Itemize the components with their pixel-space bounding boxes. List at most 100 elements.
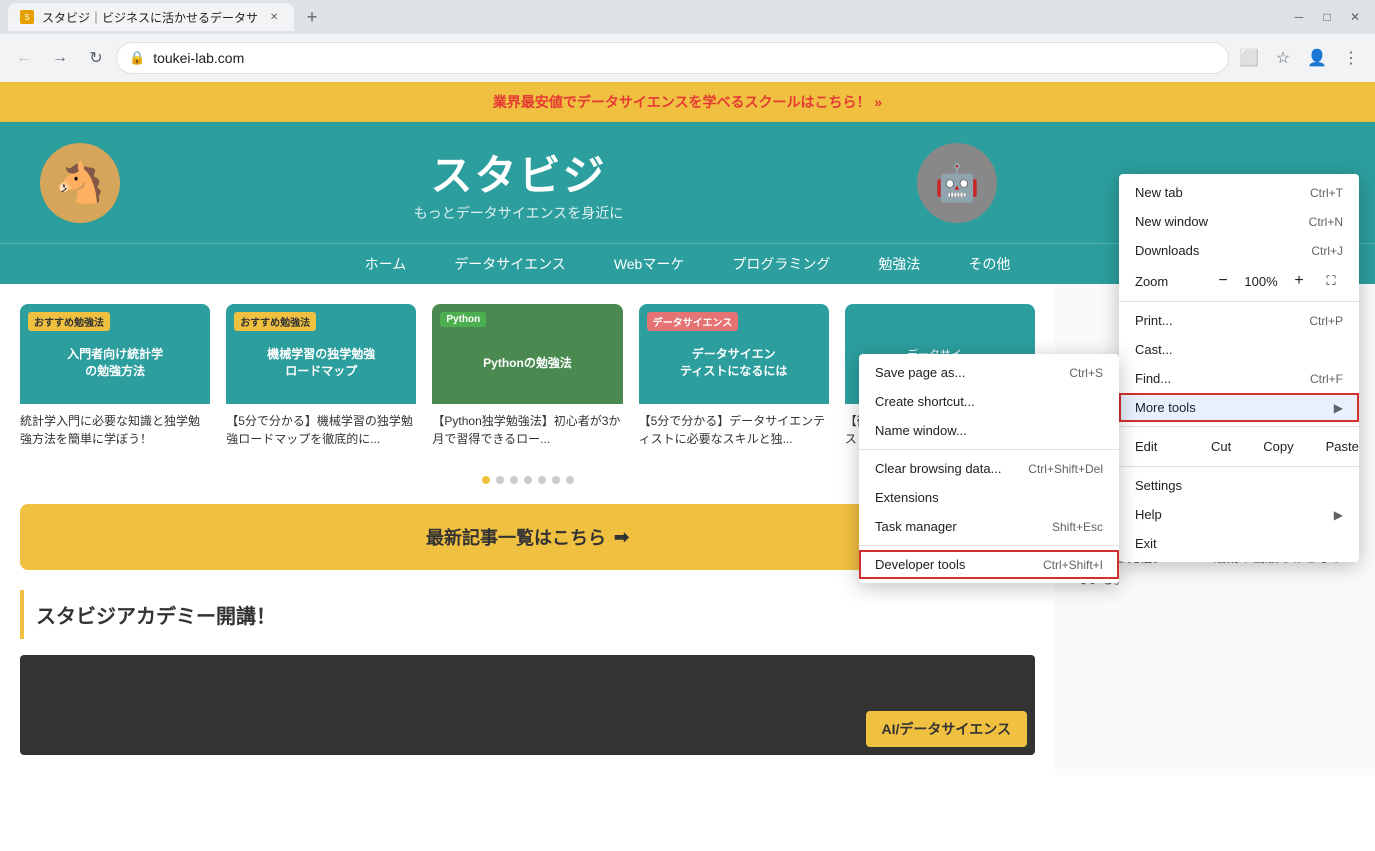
card-desc-3: 【5分で分かる】データサイエンティストに必要なスキルと独... [639,404,829,456]
dot-5[interactable] [552,476,560,484]
section-title: スタビジアカデミー開講！ [20,590,1035,639]
zoom-row: Zoom − 100% + ⛶ [1119,265,1359,297]
nav-item-other[interactable]: その他 [944,244,1034,284]
active-tab[interactable]: S スタビジ｜ビジネスに活かせるデータサ ✕ [8,3,294,31]
yellow-banner[interactable]: 業界最安値でデータサイエンスを学べるスクールはこちら！ » [0,82,1375,122]
chrome-menu-container: New tab Ctrl+T New window Ctrl+N Downloa… [1127,128,1367,516]
address-bar[interactable]: 🔒 toukei-lab.com [116,42,1229,74]
bookmark-button[interactable]: ☆ [1267,42,1299,74]
zoom-minus-button[interactable]: − [1211,269,1235,293]
profile-button[interactable]: 👤 [1301,42,1333,74]
submenu-divider-2 [859,545,1119,546]
cut-button[interactable]: Cut [1195,435,1247,458]
menu-divider-1 [1119,301,1359,302]
card-2[interactable]: Python Pythonの勉強法 【Python独学勉強法】初心者が3か月で習… [432,304,622,456]
zoom-expand-button[interactable]: ⛶ [1319,269,1343,293]
menu-item-new-window[interactable]: New window Ctrl+N [1119,207,1359,236]
menu-item-help-arrow: ▶ [1334,508,1343,522]
menu-item-find-shortcut: Ctrl+F [1310,372,1343,386]
window-controls: ─ □ ✕ [1287,5,1367,29]
nav-item-home[interactable]: ホーム [341,244,431,284]
dot-6[interactable] [566,476,574,484]
submenu-task-manager-label: Task manager [875,519,1052,534]
menu-item-new-window-label: New window [1135,214,1301,229]
nav-item-web-marketing[interactable]: Webマーケ [590,244,709,284]
page-content: 業界最安値でデータサイエンスを学べるスクールはこちら！ » 🐴 スタビジ もっと… [0,82,1375,851]
submenu-developer-tools[interactable]: Developer tools Ctrl+Shift+I [859,550,1119,579]
submenu-extensions[interactable]: Extensions [859,483,1119,512]
section-image: AI/データサイエンス [20,655,1035,755]
dot-0[interactable] [482,476,490,484]
refresh-button[interactable]: ↻ [80,42,112,74]
zoom-controls: − 100% + ⛶ [1211,269,1343,293]
menu-item-cast[interactable]: Cast... [1119,335,1359,364]
zoom-plus-button[interactable]: + [1287,269,1311,293]
card-desc-2: 【Python独学勉強法】初心者が3か月で習得できるロー... [432,404,622,456]
header-logo: スタビジ もっとデータサイエンスを身近に [414,142,624,223]
security-lock-icon: 🔒 [129,50,145,66]
card-1[interactable]: おすすめ勉強法 機械学習の独学勉強ロードマップ 【5分で分かる】機械学習の独学勉… [226,304,416,456]
submenu-task-manager-shortcut: Shift+Esc [1052,520,1103,534]
more-tools-submenu: Save page as... Ctrl+S Create shortcut..… [859,354,1119,583]
menu-item-exit[interactable]: Exit [1119,529,1359,558]
menu-item-more-tools[interactable]: More tools ▶ [1119,393,1359,422]
menu-item-help-label: Help [1135,507,1334,522]
back-button[interactable]: ← [8,42,40,74]
menu-button[interactable]: ⋮ [1335,42,1367,74]
banner-text: 業界最安値でデータサイエンスを学べるスクールはこちら！ [493,94,871,110]
menu-item-help[interactable]: Help ▶ [1119,500,1359,529]
submenu-task-manager[interactable]: Task manager Shift+Esc [859,512,1119,541]
menu-item-print-label: Print... [1135,313,1301,328]
submenu-clear-browsing-label: Clear browsing data... [875,461,1028,476]
nav-item-programming[interactable]: プログラミング [708,244,854,284]
horse-mascot: 🐴 [40,143,120,223]
menu-item-find[interactable]: Find... Ctrl+F [1119,364,1359,393]
card-badge-2: Python [440,312,486,327]
edit-row: Edit Cut Copy Paste [1119,431,1359,462]
image-label: AI/データサイエンス [866,711,1027,747]
submenu-create-shortcut[interactable]: Create shortcut... [859,387,1119,416]
submenu-developer-tools-label: Developer tools [875,557,1043,572]
lens-button[interactable]: ⬜ [1233,42,1265,74]
submenu-developer-tools-shortcut: Ctrl+Shift+I [1043,558,1103,572]
site-tagline: もっとデータサイエンスを身近に [414,203,624,223]
banner-arrow: » [874,94,882,110]
menu-item-settings-label: Settings [1135,478,1343,493]
submenu-clear-browsing-shortcut: Ctrl+Shift+Del [1028,462,1103,476]
menu-item-settings[interactable]: Settings [1119,471,1359,500]
card-badge-0: おすすめ勉強法 [28,312,110,331]
submenu-name-window[interactable]: Name window... [859,416,1119,445]
tab-close-button[interactable]: ✕ [266,9,282,25]
card-desc-0: 統計学入門に必要な知識と独学勉強方法を簡単に学ぼう！ [20,404,210,456]
section-image-inner: AI/データサイエンス [20,655,1035,755]
maximize-button[interactable]: □ [1315,5,1339,29]
minimize-button[interactable]: ─ [1287,5,1311,29]
new-tab-button[interactable]: + [298,3,326,31]
paste-button[interactable]: Paste [1310,435,1375,458]
copy-button[interactable]: Copy [1247,435,1309,458]
menu-item-downloads-label: Downloads [1135,243,1303,258]
navigation-bar: ← → ↻ 🔒 toukei-lab.com ⬜ ☆ 👤 ⋮ [0,34,1375,82]
nav-item-study[interactable]: 勉強法 [854,244,944,284]
card-badge-3: データサイエンス [647,312,739,331]
menu-item-new-tab[interactable]: New tab Ctrl+T [1119,178,1359,207]
submenu-save-page[interactable]: Save page as... Ctrl+S [859,358,1119,387]
dot-3[interactable] [524,476,532,484]
card-0[interactable]: おすすめ勉強法 入門者向け統計学の勉強方法 統計学入門に必要な知識と独学勉強方法… [20,304,210,456]
card-3[interactable]: データサイエンス データサイエンティストになるには 【5分で分かる】データサイエ… [639,304,829,456]
title-bar: S スタビジ｜ビジネスに活かせるデータサ ✕ + ─ □ ✕ [0,0,1375,34]
menu-item-downloads[interactable]: Downloads Ctrl+J [1119,236,1359,265]
close-button[interactable]: ✕ [1343,5,1367,29]
menu-item-exit-label: Exit [1135,536,1343,551]
menu-item-print[interactable]: Print... Ctrl+P [1119,306,1359,335]
nav-item-data-science[interactable]: データサイエンス [430,244,590,284]
card-desc-1: 【5分で分かる】機械学習の独学勉強ロードマップを徹底的に... [226,404,416,456]
dot-1[interactable] [496,476,504,484]
robot-mascot: 🤖 [917,143,997,223]
dot-2[interactable] [510,476,518,484]
forward-button[interactable]: → [44,42,76,74]
dot-4[interactable] [538,476,546,484]
menu-divider-2 [1119,426,1359,427]
submenu-clear-browsing[interactable]: Clear browsing data... Ctrl+Shift+Del [859,454,1119,483]
edit-actions: Cut Copy Paste [1195,435,1375,458]
